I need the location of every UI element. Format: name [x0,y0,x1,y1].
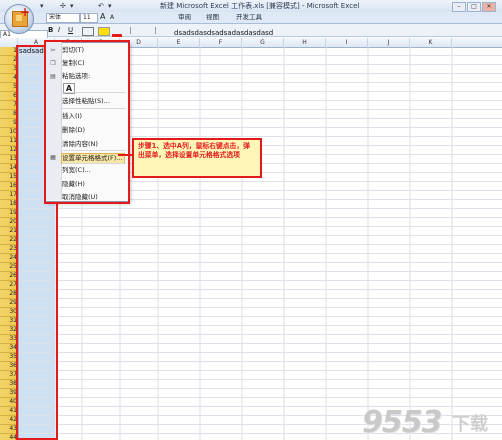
qat-customize-icon[interactable]: ✢ [60,1,66,11]
tab-review[interactable]: 审阅 [178,13,191,22]
bold-button[interactable]: B [48,25,53,35]
qat-dropdown-1[interactable]: ▾ [40,1,44,11]
borders-icon[interactable] [82,27,94,36]
column-header-i[interactable]: I [326,38,368,47]
font-color-icon[interactable] [112,27,122,37]
office-button[interactable]: + [4,4,34,34]
qat-dropdown-2[interactable]: ▾ [70,1,74,11]
minimize-button[interactable]: – [452,2,466,12]
window-title: 新建 Microsoft Excel 工作表.xls [兼容模式] - Micr… [160,2,360,10]
tab-developer[interactable]: 开发工具 [236,13,262,22]
font-name-select[interactable]: 宋体 [46,13,80,23]
maximize-button[interactable]: □ [467,2,481,12]
column-header-k[interactable]: K [410,38,452,47]
column-header-h[interactable]: H [284,38,326,47]
watermark-number: 9553 [362,405,442,440]
font-size-select[interactable]: 11 [80,13,98,23]
undo-icon[interactable]: ↶ [98,1,104,11]
column-header-e[interactable]: E [158,38,200,47]
tab-view[interactable]: 视图 [206,13,219,22]
callout-note: 步骤1、选中A列，鼠标右键点击，弹出菜单，选择设置单元格格式选项 [132,138,262,178]
callout-text: 步骤1、选中A列，鼠标右键点击，弹出菜单，选择设置单元格格式选项 [138,142,250,159]
formula-bar-content[interactable]: dsadsdasdsadsadasdasdasd [174,29,273,38]
context-menu-highlight-box [44,40,130,204]
watermark-suffix: 下载 [452,414,488,435]
plus-icon: + [20,5,31,19]
fill-color-icon[interactable] [98,27,110,36]
close-button[interactable]: ✕ [482,2,496,12]
align-buttons[interactable] [130,27,156,34]
qat-dropdown-3[interactable]: ▾ [108,1,112,11]
grow-font-button[interactable]: A [100,12,105,22]
column-header-j[interactable]: J [368,38,410,47]
italic-button[interactable]: I [58,25,60,35]
column-header-f[interactable]: F [200,38,242,47]
underline-button[interactable]: U [68,25,73,35]
column-header-g[interactable]: G [242,38,284,47]
shrink-font-button[interactable]: A [110,13,114,23]
